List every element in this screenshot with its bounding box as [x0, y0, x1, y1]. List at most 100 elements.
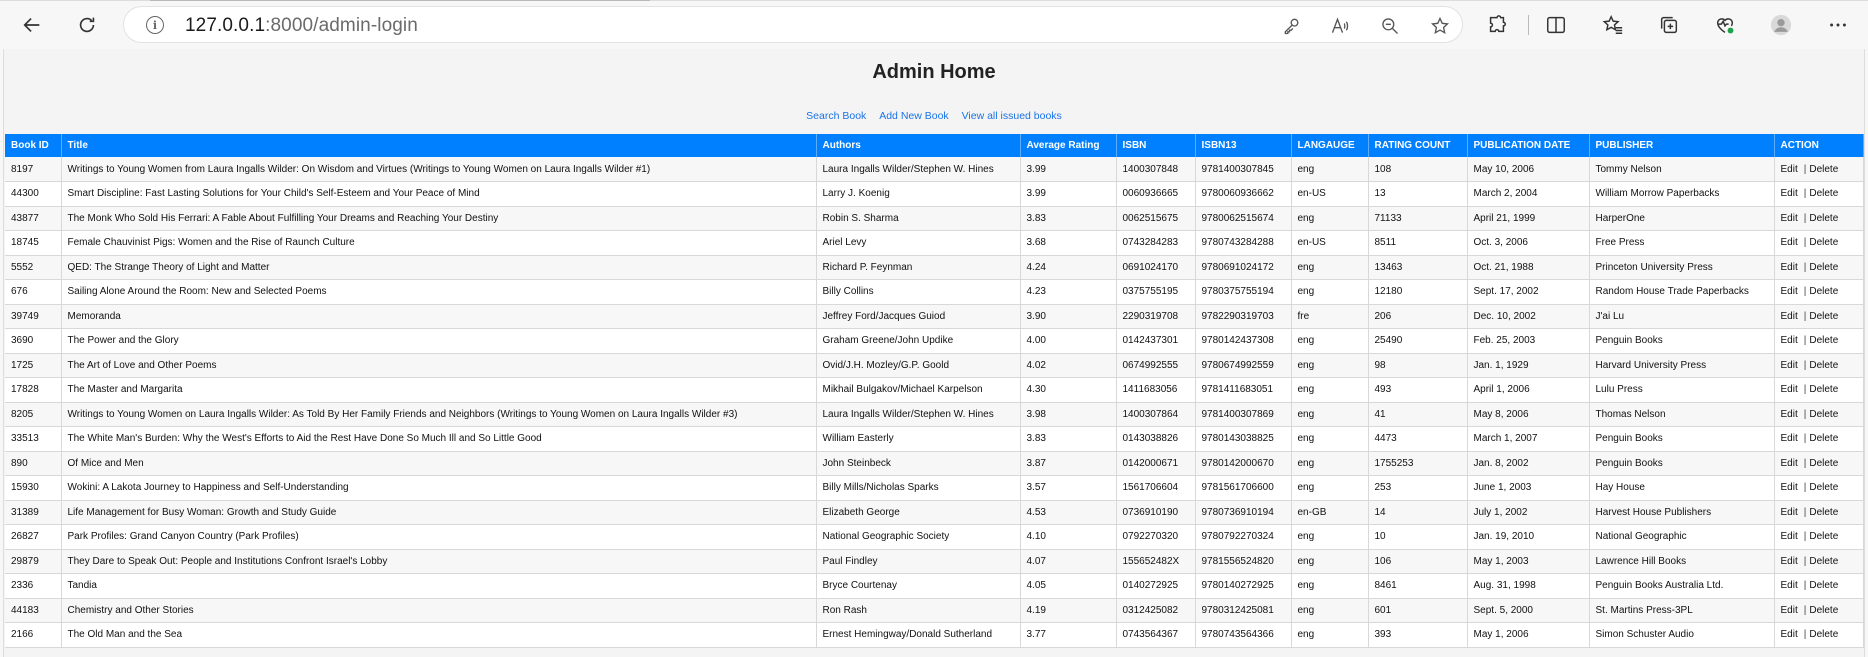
edit-link[interactable]: Edit	[1781, 409, 1798, 420]
favorite-star-icon[interactable]	[1429, 15, 1451, 37]
browser-essentials-icon[interactable]	[1712, 12, 1738, 38]
cell-authors: Graham Greene/John Updike	[816, 328, 1021, 354]
edit-link[interactable]: Edit	[1781, 384, 1798, 395]
view-issued-books-link[interactable]: View all issued books	[962, 110, 1062, 122]
delete-link[interactable]: Delete	[1809, 629, 1838, 640]
edit-link[interactable]: Edit	[1781, 262, 1798, 273]
cell-publisher: Lulu Press	[1589, 377, 1775, 403]
delete-link[interactable]: Delete	[1809, 556, 1838, 567]
column-header-action: ACTION	[1774, 134, 1864, 157]
zoom-out-icon[interactable]	[1379, 15, 1401, 37]
delete-link[interactable]: Delete	[1809, 286, 1838, 297]
refresh-icon[interactable]	[70, 8, 104, 42]
edit-link[interactable]: Edit	[1781, 360, 1798, 371]
delete-link[interactable]: Delete	[1809, 311, 1838, 322]
edit-link[interactable]: Edit	[1781, 629, 1798, 640]
site-info-icon[interactable]: i	[146, 16, 164, 34]
edit-link[interactable]: Edit	[1781, 482, 1798, 493]
cell-isbn: 0375755195	[1116, 279, 1196, 305]
cell-action: Edit | Delete	[1774, 622, 1864, 648]
edit-link[interactable]: Edit	[1781, 335, 1798, 346]
cell-rating-count: 25490	[1368, 328, 1468, 354]
extensions-icon[interactable]	[1484, 12, 1510, 38]
cell-rating-count: 106	[1368, 549, 1468, 574]
action-separator: |	[1803, 188, 1807, 200]
more-options-icon[interactable]	[1825, 12, 1851, 38]
admin-nav-links: Search Book Add New Book View all issued…	[4, 110, 1864, 122]
url-text[interactable]: 127.0.0.1:8000/admin-login	[185, 15, 418, 37]
cell-title: Writings to Young Women on Laura Ingalls…	[61, 402, 817, 427]
edit-link[interactable]: Edit	[1781, 556, 1798, 567]
delete-link[interactable]: Delete	[1809, 580, 1838, 591]
delete-link[interactable]: Delete	[1809, 360, 1838, 371]
cell-isbn13: 9780312425081	[1195, 598, 1292, 623]
favorites-icon[interactable]	[1600, 12, 1626, 38]
delete-link[interactable]: Delete	[1809, 433, 1838, 444]
profile-avatar-icon[interactable]	[1768, 12, 1794, 38]
cell-publisher: Simon Schuster Audio	[1589, 622, 1775, 648]
search-book-link[interactable]: Search Book	[806, 110, 866, 122]
delete-link[interactable]: Delete	[1809, 213, 1838, 224]
cell-language: en-GB	[1291, 500, 1369, 525]
cell-action: Edit | Delete	[1774, 500, 1864, 525]
edit-link[interactable]: Edit	[1781, 507, 1798, 518]
edit-link[interactable]: Edit	[1781, 531, 1798, 542]
action-separator: |	[1803, 457, 1807, 469]
read-aloud-icon[interactable]	[1329, 15, 1351, 37]
delete-link[interactable]: Delete	[1809, 409, 1838, 420]
cell-publisher: Harvard University Press	[1589, 353, 1775, 378]
cell-isbn13: 9780062515674	[1195, 206, 1292, 231]
cell-title: Of Mice and Men	[61, 451, 817, 476]
address-bar[interactable]: i 127.0.0.1:8000/admin-login	[123, 6, 1463, 43]
edit-link[interactable]: Edit	[1781, 605, 1798, 616]
split-screen-icon[interactable]	[1543, 12, 1569, 38]
edit-link[interactable]: Edit	[1781, 286, 1798, 297]
edit-link[interactable]: Edit	[1781, 213, 1798, 224]
cell-book-id: 17828	[5, 377, 62, 403]
action-separator: |	[1803, 384, 1807, 396]
cell-publication-date: May 8, 2006	[1467, 402, 1590, 427]
cell-isbn13: 9780143038825	[1195, 426, 1292, 452]
cell-publication-date: March 2, 2004	[1467, 181, 1590, 207]
cell-action: Edit | Delete	[1774, 157, 1864, 182]
edit-link[interactable]: Edit	[1781, 580, 1798, 591]
delete-link[interactable]: Delete	[1809, 507, 1838, 518]
delete-link[interactable]: Delete	[1809, 458, 1838, 469]
cell-publication-date: April 1, 2006	[1467, 377, 1590, 403]
delete-link[interactable]: Delete	[1809, 384, 1838, 395]
cell-publication-date: Oct. 3, 2006	[1467, 230, 1590, 256]
edit-link[interactable]: Edit	[1781, 433, 1798, 444]
delete-link[interactable]: Delete	[1809, 164, 1838, 175]
cell-authors: Billy Collins	[816, 279, 1021, 305]
column-header-publisher: PUBLISHER	[1589, 134, 1775, 157]
collections-icon[interactable]	[1656, 12, 1682, 38]
cell-action: Edit | Delete	[1774, 402, 1864, 427]
edit-link[interactable]: Edit	[1781, 188, 1798, 199]
cell-authors: Mikhail Bulgakov/Michael Karpelson	[816, 377, 1021, 403]
delete-link[interactable]: Delete	[1809, 482, 1838, 493]
cell-book-id: 44300	[5, 181, 62, 207]
cell-authors: Laura Ingalls Wilder/Stephen W. Hines	[816, 402, 1021, 427]
add-new-book-link[interactable]: Add New Book	[879, 110, 948, 122]
column-header-publication-date: PUBLICATION DATE	[1467, 134, 1590, 157]
edit-link[interactable]: Edit	[1781, 237, 1798, 248]
cell-book-id: 8197	[5, 157, 62, 182]
column-header-isbn13: ISBN13	[1195, 134, 1292, 157]
edit-link[interactable]: Edit	[1781, 164, 1798, 175]
cell-average-rating: 3.83	[1020, 206, 1117, 231]
cell-publisher: Free Press	[1589, 230, 1775, 256]
cell-publication-date: Oct. 21, 1988	[1467, 255, 1590, 280]
delete-link[interactable]: Delete	[1809, 605, 1838, 616]
delete-link[interactable]: Delete	[1809, 262, 1838, 273]
delete-link[interactable]: Delete	[1809, 531, 1838, 542]
key-icon[interactable]	[1281, 15, 1303, 37]
back-icon[interactable]	[15, 8, 49, 42]
table-row: 43877 The Monk Who Sold His Ferrari: A Fa…	[5, 206, 1864, 231]
delete-link[interactable]: Delete	[1809, 188, 1838, 199]
cell-isbn13: 9780375755194	[1195, 279, 1292, 305]
edit-link[interactable]: Edit	[1781, 458, 1798, 469]
delete-link[interactable]: Delete	[1809, 237, 1838, 248]
cell-book-id: 8205	[5, 402, 62, 427]
delete-link[interactable]: Delete	[1809, 335, 1838, 346]
edit-link[interactable]: Edit	[1781, 311, 1798, 322]
